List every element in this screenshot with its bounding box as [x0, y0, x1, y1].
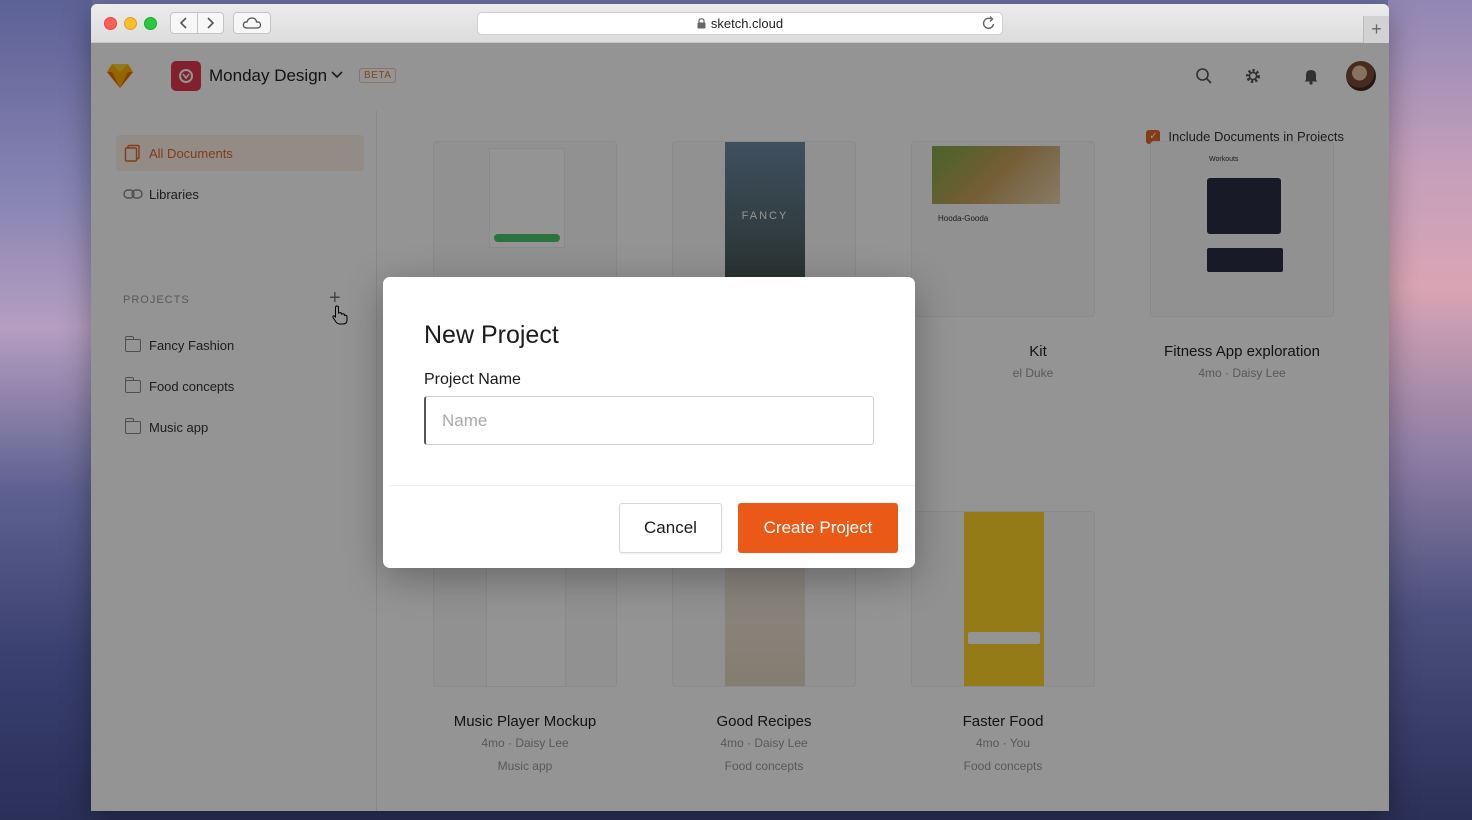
- chevron-right-icon: [207, 17, 215, 29]
- dialog-title: New Project: [424, 321, 559, 349]
- browser-titlebar: sketch.cloud +: [91, 4, 1389, 43]
- chevron-left-icon: [179, 17, 187, 29]
- desktop-background-left: [0, 0, 92, 820]
- reload-icon[interactable]: [982, 15, 996, 31]
- url-text: sketch.cloud: [710, 16, 784, 31]
- create-project-button[interactable]: Create Project: [738, 503, 898, 553]
- forward-button[interactable]: [196, 13, 224, 33]
- new-project-dialog: New Project Project Name Cancel Create P…: [383, 277, 915, 568]
- cloud-icon: [242, 17, 262, 29]
- cancel-button[interactable]: Cancel: [619, 503, 722, 553]
- address-bar[interactable]: sketch.cloud: [477, 12, 1003, 35]
- navigation-buttons: [170, 12, 224, 34]
- project-name-input[interactable]: [424, 396, 874, 445]
- lock-icon: [697, 18, 706, 29]
- plus-icon: +: [1371, 19, 1382, 39]
- new-tab-button[interactable]: +: [1363, 16, 1389, 43]
- dialog-divider: [389, 485, 915, 486]
- window-maximize-button[interactable]: [144, 17, 157, 30]
- icloud-tabs-button[interactable]: [233, 12, 271, 34]
- desktop-background-right: [1388, 0, 1472, 820]
- project-name-label: Project Name: [424, 371, 521, 388]
- window-close-button[interactable]: [104, 17, 117, 30]
- window-minimize-button[interactable]: [124, 17, 137, 30]
- back-button[interactable]: [171, 13, 197, 33]
